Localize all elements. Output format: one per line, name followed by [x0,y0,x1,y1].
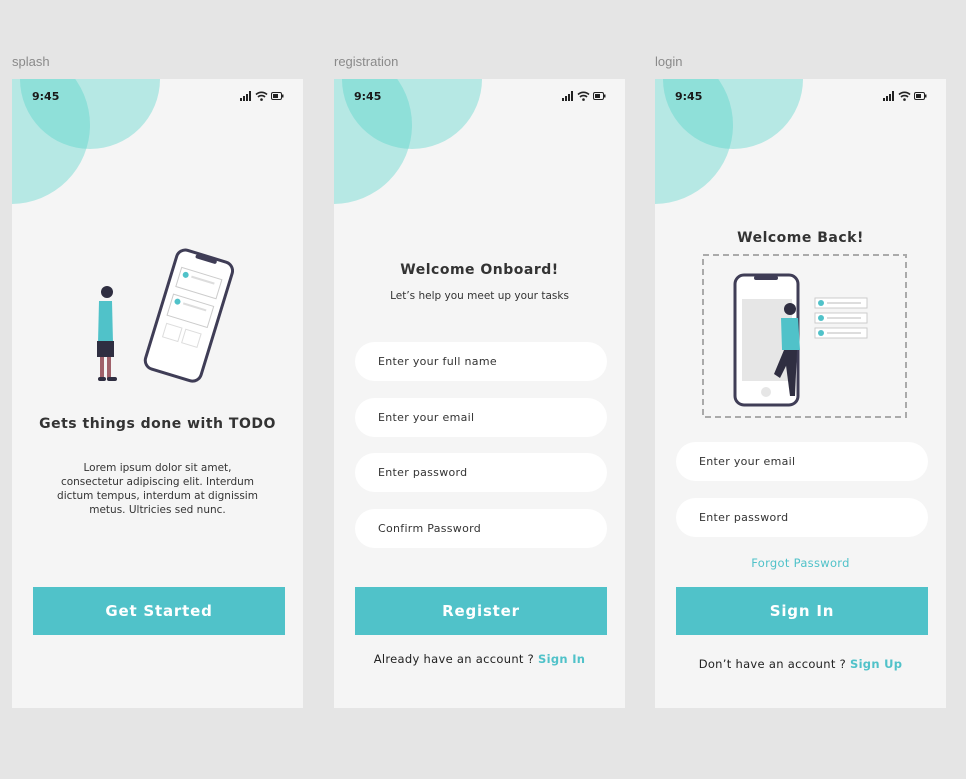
frame-label-login: login [655,54,683,69]
signal-icon [240,91,251,101]
registration-title: Welcome Onboard! [400,262,559,278]
description-line: consectetur adipiscing elit. Interdum [60,476,255,488]
full-name-field[interactable]: Enter your full name [355,342,607,381]
person-looking-at-phone-illustration [97,248,234,383]
password-field[interactable]: Enter password [676,498,928,537]
get-started-button[interactable]: Get Started [33,587,285,635]
splash-title: Gets things done with TODO [39,416,276,432]
status-time: 9:45 [675,90,703,103]
registration-screen: 9:45 Welcome Onboard! Let’s help you mee… [334,79,625,708]
status-icons [562,91,606,101]
sign-up-prompt: Don’t have an account ? Sign Up [655,657,946,671]
battery-icon [271,92,284,100]
description-line: metus. Ultricies sed nunc. [89,504,226,516]
sign-in-prompt: Already have an account ? Sign In [334,652,625,666]
confirm-password-field[interactable]: Confirm Password [355,509,607,548]
login-screen: 9:45 Welcome Back! Enter your email Ente… [655,79,946,708]
description-line: dictum tempus, interdum at dignissim [57,490,258,502]
email-field[interactable]: Enter your email [355,398,607,437]
password-field[interactable]: Enter password [355,453,607,492]
splash-screen: 9:45 Gets things done with TODO Lorem ip… [12,79,303,708]
description-line: Lorem ipsum dolor sit amet, [83,462,232,474]
sign-in-prompt-text: Already have an account ? [373,652,539,666]
register-button[interactable]: Register [355,587,607,635]
registration-subtitle: Let’s help you meet up your tasks [390,290,569,302]
sign-in-link[interactable]: Sign In [538,652,585,666]
frame-label-registration: registration [334,54,399,69]
forgot-password-link[interactable]: Forgot Password [655,556,946,570]
sign-up-prompt-text: Don’t have an account ? [698,657,850,671]
person-leaning-on-phone-illustration [702,254,907,418]
email-field[interactable]: Enter your email [676,442,928,481]
sign-in-button[interactable]: Sign In [676,587,928,635]
wifi-icon [577,91,590,101]
wifi-icon [898,91,911,101]
status-time: 9:45 [354,90,382,103]
signal-icon [562,91,573,101]
sign-up-link[interactable]: Sign Up [850,657,902,671]
wifi-icon [255,91,268,101]
battery-icon [593,92,606,100]
status-icons [883,91,927,101]
frame-label-splash: splash [12,54,50,69]
splash-description: Lorem ipsum dolor sit amet, consectetur … [12,461,303,517]
battery-icon [914,92,927,100]
status-icons [240,91,284,101]
signal-icon [883,91,894,101]
login-title: Welcome Back! [737,230,864,246]
status-time: 9:45 [32,90,60,103]
